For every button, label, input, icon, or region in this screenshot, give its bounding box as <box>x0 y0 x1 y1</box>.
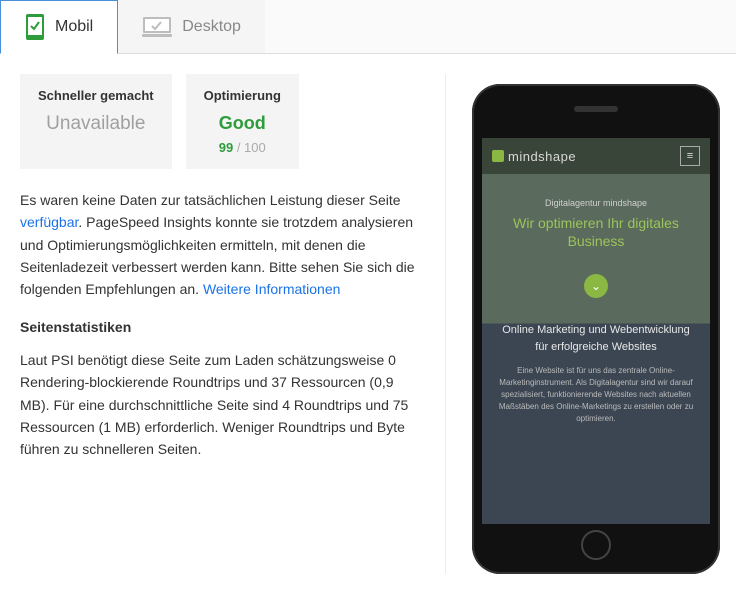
optimization-card-verdict: Good <box>204 113 281 134</box>
phone-screen: mindshape ≡ Digitalagentur mindshape Wir… <box>482 138 710 524</box>
preview-body: Online Marketing und Webentwicklung für … <box>482 308 710 435</box>
score-value: 99 <box>219 140 233 155</box>
preview-logo: mindshape <box>492 149 576 164</box>
more-info-link[interactable]: Weitere Informationen <box>203 281 340 297</box>
speed-card: Schneller gemacht Unavailable <box>20 74 172 169</box>
preview-header: mindshape ≡ <box>482 138 710 174</box>
preview-body-text: Eine Website ist für uns das zentrale On… <box>496 365 696 425</box>
description-paragraph: Es waren keine Daten zur tatsächlichen L… <box>20 189 425 301</box>
preview-hero-subtitle: Digitalagentur mindshape <box>494 198 698 208</box>
tab-desktop[interactable]: Desktop <box>118 0 265 53</box>
tab-mobile[interactable]: Mobil <box>0 0 118 54</box>
logo-mark-icon <box>492 150 504 162</box>
hamburger-icon: ≡ <box>680 146 700 166</box>
preview-hero-title: Wir optimieren Ihr digitales Business <box>494 214 698 250</box>
stats-body: Laut PSI benötigt diese Seite zum Laden … <box>20 349 425 461</box>
speed-card-title: Schneller gemacht <box>38 88 154 105</box>
mobile-icon <box>25 13 45 41</box>
optimization-card-title: Optimierung <box>204 88 281 105</box>
speed-card-value: Unavailable <box>38 113 154 135</box>
tab-mobile-label: Mobil <box>55 18 93 36</box>
preview-hero: Digitalagentur mindshape Wir optimieren … <box>482 174 710 264</box>
phone-frame: mindshape ≡ Digitalagentur mindshape Wir… <box>472 84 720 574</box>
optimization-card: Optimierung Good 99 / 100 <box>186 74 299 169</box>
preview-brand: mindshape <box>508 149 576 164</box>
score-max: / 100 <box>233 140 266 155</box>
tab-desktop-label: Desktop <box>182 18 241 36</box>
desc-pre: Es waren keine Daten zur tatsächlichen L… <box>20 192 401 208</box>
optimization-score: 99 / 100 <box>204 140 281 155</box>
device-tabs: Mobil Desktop <box>0 0 736 54</box>
results-column: Schneller gemacht Unavailable Optimierun… <box>20 74 446 574</box>
desktop-icon <box>142 16 172 38</box>
preview-column: mindshape ≡ Digitalagentur mindshape Wir… <box>446 74 736 574</box>
preview-body-title: Online Marketing und Webentwicklung für … <box>496 322 696 355</box>
content-area: Schneller gemacht Unavailable Optimierun… <box>0 54 736 574</box>
stats-heading: Seitenstatistiken <box>20 319 425 335</box>
chevron-down-icon: ⌄ <box>584 274 608 298</box>
score-cards: Schneller gemacht Unavailable Optimierun… <box>20 74 425 169</box>
available-link[interactable]: verfügbar <box>20 214 78 230</box>
